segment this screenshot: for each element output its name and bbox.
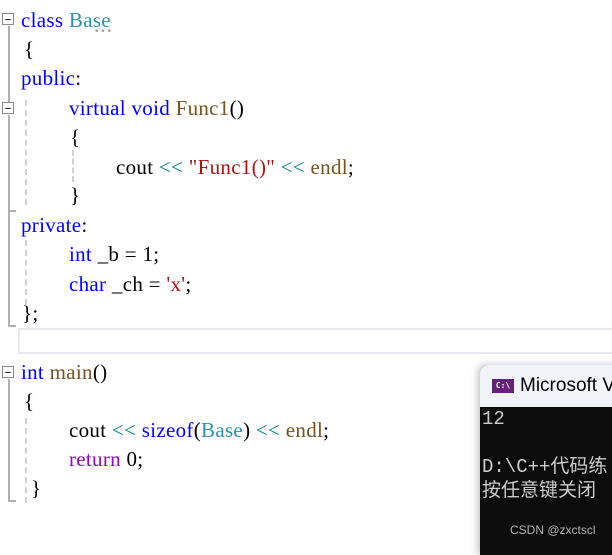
- identifier-endl: endl: [285, 418, 324, 442]
- code-line-3: public:: [21, 64, 81, 93]
- identifier-endl: endl: [310, 155, 348, 179]
- code-line-15: return 0;: [69, 445, 143, 474]
- console-output: 12 D:\C++代码练 按任意键关闭: [480, 407, 612, 503]
- class-name: Base: [68, 8, 111, 32]
- operator: <<: [280, 155, 305, 179]
- member-declaration: _b = 1;: [92, 242, 160, 266]
- return-value: 0;: [120, 447, 144, 471]
- indent-guide: [25, 240, 27, 305]
- paren: (: [193, 418, 202, 442]
- outline-line: [8, 26, 10, 102]
- outline-line: [8, 210, 16, 212]
- console-title: Microsoft V: [520, 375, 612, 396]
- collapse-func1-icon[interactable]: [2, 102, 14, 114]
- brace: {: [24, 389, 35, 413]
- string-literal: "Func1()": [188, 155, 276, 179]
- brace: {: [24, 37, 35, 61]
- console-line: 12: [482, 408, 505, 430]
- keyword-int: int: [69, 242, 93, 266]
- semicolon: ;: [185, 272, 192, 296]
- console-app-icon: C:\: [492, 379, 514, 393]
- operator: <<: [255, 418, 281, 442]
- outline-line: [8, 115, 10, 327]
- indent-guide: [25, 418, 27, 503]
- function-name: main: [49, 360, 93, 384]
- identifier-cout: cout: [116, 155, 154, 179]
- colon: :: [81, 213, 88, 237]
- outline-line: [8, 379, 10, 501]
- semicolon: ;: [347, 155, 355, 179]
- code-line-4: virtual void Func1(): [69, 94, 244, 123]
- keyword-private: private: [21, 213, 82, 237]
- semicolon: ;: [323, 418, 330, 442]
- keyword-virtual: virtual: [69, 96, 126, 120]
- brace: {: [70, 125, 81, 149]
- keyword-sizeof: sizeof: [141, 418, 194, 442]
- code-line-13: {: [24, 387, 34, 416]
- watermark: CSDN @zxctscl: [510, 523, 596, 537]
- outline-line: [8, 325, 16, 327]
- outline-line: [8, 500, 16, 502]
- console-line: 按任意键关闭: [482, 480, 597, 502]
- keyword-public: public: [21, 66, 76, 90]
- code-line-8: private:: [21, 211, 88, 240]
- code-line-10: char _ch = 'x';: [69, 270, 191, 299]
- indent-guide: [25, 100, 27, 205]
- current-line-highlight: [18, 328, 612, 354]
- keyword-class: class: [21, 8, 64, 32]
- console-title-bar[interactable]: C:\ Microsoft V: [480, 365, 612, 407]
- code-line-12: int main(): [21, 358, 107, 387]
- collapse-main-icon[interactable]: [2, 366, 14, 378]
- code-line-11: };: [22, 299, 39, 328]
- collapse-class-icon[interactable]: [2, 13, 14, 25]
- operator: <<: [158, 155, 184, 179]
- code-line-2: {: [24, 35, 34, 64]
- parens: (): [229, 96, 245, 120]
- indent-guide: [72, 150, 74, 182]
- identifier-cout: cout: [69, 418, 107, 442]
- code-line-7: }: [70, 181, 80, 210]
- class-name: Base: [201, 418, 244, 442]
- brace: };: [22, 301, 39, 325]
- code-line-16: }: [31, 474, 41, 503]
- keyword-return: return: [69, 447, 121, 471]
- member-declaration: _ch =: [106, 272, 167, 296]
- console-line: D:\C++代码练: [482, 456, 608, 478]
- brace: }: [70, 183, 81, 207]
- console-window[interactable]: C:\ Microsoft V 12 D:\C++代码练 按任意键关闭 CSDN…: [480, 365, 612, 555]
- colon: :: [75, 66, 82, 90]
- code-line-9: int _b = 1;: [69, 240, 159, 269]
- keyword-char: char: [69, 272, 107, 296]
- code-line-6: cout << "Func1()" << endl;: [116, 153, 354, 182]
- code-line-5: {: [70, 123, 80, 152]
- code-line-1: class Base: [21, 6, 111, 35]
- keyword-void: void: [131, 96, 171, 120]
- parens: (): [92, 360, 108, 384]
- brace: }: [31, 476, 42, 500]
- code-line-14: cout << sizeof(Base) << endl;: [69, 416, 329, 445]
- function-name: Func1: [175, 96, 230, 120]
- char-literal: 'x': [166, 272, 186, 296]
- operator: <<: [111, 418, 137, 442]
- keyword-int: int: [21, 360, 45, 384]
